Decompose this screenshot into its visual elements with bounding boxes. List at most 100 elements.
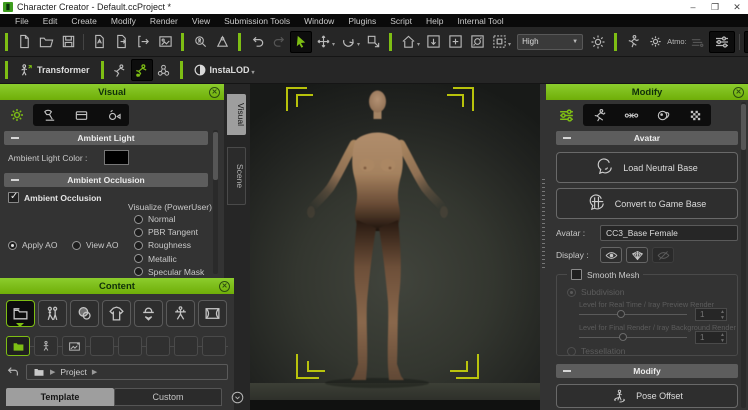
center-view-button[interactable] [444,31,466,53]
viewport-3d[interactable] [250,84,540,410]
edit-pose-button[interactable] [109,59,131,81]
render-settings-tab[interactable] [5,104,29,126]
convert-to-game-base-button[interactable]: Convert to Game Base [556,188,738,219]
orbit-view-button[interactable] [466,31,488,53]
menu-script[interactable]: Script [383,16,419,26]
ambient-occlusion-checkbox[interactable] [8,192,19,203]
menu-file[interactable]: File [8,16,36,26]
slot-image[interactable] [62,336,86,356]
ambient-occlusion-section-header[interactable]: Ambient Occlusion [4,173,208,187]
antenna-button[interactable] [744,31,748,53]
tab-template[interactable]: Template [6,388,114,406]
light-tab[interactable] [37,104,61,126]
scale-tool-button[interactable] [362,31,384,53]
content-category-accessory[interactable] [134,300,163,327]
rotate-tool-button[interactable] [337,31,359,53]
atmosphere-gear-icon[interactable] [644,31,666,53]
modify-section-header[interactable]: Modify [556,364,738,378]
lod-nodes-button[interactable] [153,59,175,81]
undo-button[interactable] [246,31,268,53]
content-category-actor[interactable] [38,300,67,327]
lighting-button[interactable] [587,31,609,53]
minimize-button[interactable]: – [682,2,704,12]
back-folder-icon[interactable] [6,365,20,379]
menu-modify[interactable]: Modify [104,16,143,26]
breadcrumb-root[interactable]: Project [60,367,86,377]
new-project-button[interactable] [13,31,35,53]
visualize-radio-specular-mask[interactable] [134,267,143,276]
slot-empty[interactable] [202,336,226,356]
visual-panel-close-icon[interactable]: ✕ [209,87,220,98]
slot-empty[interactable] [174,336,198,356]
visualize-radio-normal[interactable] [134,215,143,224]
content-category-material[interactable] [70,300,99,327]
move-tool-button[interactable] [312,31,334,53]
breadcrumb[interactable]: ▶ Project ▶ [26,364,228,380]
attribute-tab[interactable] [554,104,578,126]
tab-custom[interactable]: Custom [114,388,222,406]
slot-empty[interactable] [118,336,142,356]
frame-selection-button[interactable] [488,31,510,53]
render-settings-toggle[interactable] [709,31,735,53]
menu-edit[interactable]: Edit [36,16,65,26]
frame-selection-caret[interactable]: ▾ [508,41,511,48]
open-project-button[interactable] [35,31,57,53]
move-tool-caret[interactable]: ▾ [332,41,335,48]
avatar-section-header[interactable]: Avatar [556,131,738,145]
rotate-tool-caret[interactable]: ▾ [357,41,360,48]
fit-view-button[interactable] [422,31,444,53]
home-view-button[interactable] [397,31,419,53]
slot-actor-pin[interactable] [34,336,58,356]
smooth-mesh-checkbox[interactable] [571,269,582,280]
ambient-light-color-swatch[interactable] [104,150,129,165]
pose-mode-button[interactable] [131,59,153,81]
close-button[interactable]: ✕ [726,2,748,13]
render-image-button[interactable] [154,31,176,53]
calibrate-pose-button[interactable] [211,31,233,53]
menu-internal-tool[interactable]: Internal Tool [450,16,510,26]
modify-panel-scrollbar[interactable] [741,102,746,408]
avatar-name-input[interactable] [600,225,738,241]
side-tab-scene[interactable]: Scene [227,147,246,205]
visualize-radio-roughness[interactable] [134,241,143,250]
slot-empty[interactable] [146,336,170,356]
import-file-button[interactable] [88,31,110,53]
redo-button[interactable] [268,31,290,53]
motion-tab[interactable] [587,104,611,126]
menu-submission-tools[interactable]: Submission Tools [217,16,297,26]
menu-view[interactable]: View [185,16,217,26]
menu-render[interactable]: Render [143,16,185,26]
transformer-button[interactable]: Transformer [13,63,96,77]
visualize-radio-pbr-tangent[interactable] [134,228,143,237]
menu-window[interactable]: Window [297,16,341,26]
pose-offset-button[interactable]: Pose Offset [556,384,738,408]
shadow-tab[interactable] [69,104,93,126]
slot-empty[interactable] [90,336,114,356]
export-file-button[interactable] [110,31,132,53]
menu-help[interactable]: Help [419,16,450,26]
maximize-button[interactable]: ❐ [704,2,726,13]
modify-panel-close-icon[interactable]: ✕ [733,87,744,98]
side-tab-visual[interactable]: Visual [227,94,246,135]
expand-circle-icon[interactable] [231,391,244,404]
content-category-stage[interactable] [198,300,227,327]
content-category-cloth[interactable] [102,300,131,327]
content-category-project[interactable] [6,300,35,327]
visual-panel-scrollbar[interactable] [213,130,218,274]
instalod-button[interactable]: InstaLOD ▾ [188,64,263,76]
actor-visibility-button[interactable] [622,31,644,53]
bone-tab[interactable] [619,104,643,126]
show-eye-button[interactable] [600,247,622,263]
view-ao-radio[interactable] [72,241,81,250]
texture-tab[interactable] [683,104,707,126]
save-project-button[interactable] [57,31,79,53]
camera-tab[interactable] [101,104,125,126]
content-category-prop[interactable] [166,300,195,327]
morph-tab[interactable] [651,104,675,126]
content-panel-close-icon[interactable]: ✕ [219,281,230,292]
apply-ao-radio[interactable] [8,241,17,250]
slot-folder[interactable] [6,336,30,356]
menu-plugins[interactable]: Plugins [341,16,383,26]
home-view-caret[interactable]: ▾ [417,41,420,48]
menu-create[interactable]: Create [64,16,104,26]
